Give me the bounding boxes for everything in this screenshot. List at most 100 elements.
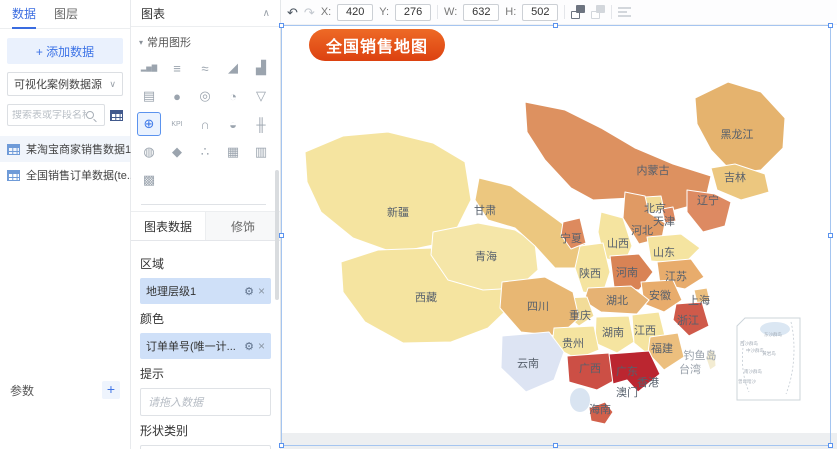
map-label-钓鱼岛: 钓鱼岛	[684, 348, 717, 362]
tab-chart-data[interactable]: 图表数据	[131, 212, 205, 240]
province-label: 重庆	[569, 308, 591, 322]
duplicate-icon[interactable]	[571, 5, 586, 19]
h-label: H:	[505, 6, 517, 18]
dataset-item[interactable]: 某淘宝商家销售数据1...	[0, 136, 140, 162]
x-input[interactable]	[337, 3, 374, 21]
province-label: 天津	[653, 215, 675, 228]
point-map-chart-icon[interactable]: ∴	[193, 140, 217, 164]
collapse-icon[interactable]: ∧	[263, 8, 270, 19]
line-chart-icon[interactable]: ≈	[193, 56, 217, 80]
add-param-button[interactable]: +	[102, 381, 120, 399]
y-input[interactable]	[395, 3, 432, 21]
bar-chart-icon[interactable]: ▂▅▇	[137, 56, 161, 80]
candlestick-chart-icon[interactable]: ╫	[249, 112, 273, 136]
province-label: 江苏	[665, 270, 687, 283]
list-chart-icon[interactable]: ▤	[137, 84, 161, 108]
map-title-badge[interactable]: 全国销售地图	[309, 29, 446, 61]
province-label: 甘肃	[474, 204, 496, 217]
remove-icon[interactable]: ×	[258, 284, 265, 298]
redo-icon[interactable]: ↷	[304, 6, 315, 19]
liquid-chart-icon[interactable]: ◒	[221, 112, 245, 136]
map-chart-icon[interactable]: ⊕	[137, 112, 161, 136]
w-input[interactable]	[463, 3, 500, 21]
province-label: 湖北	[606, 294, 628, 307]
province-label: 北京	[644, 201, 666, 215]
kpi-card-icon[interactable]: KPI	[165, 112, 189, 136]
table-chart-icon[interactable]: ▦	[221, 140, 245, 164]
align-icon[interactable]	[618, 6, 632, 18]
canvas-area: ↶ ↷ X: Y: W: H: 东沙群岛西沙群岛中沙群岛黄岩岛南沙群岛曾母暗沙新…	[279, 0, 837, 449]
dataset-item[interactable]: 全国销售订单数据(te...	[0, 162, 136, 188]
w-label: W:	[444, 6, 458, 18]
field-label-tooltip: 提示	[140, 367, 165, 381]
world-map-chart-icon[interactable]: ◍	[137, 140, 161, 164]
dataset-name: 全国销售订单数据(te...	[26, 170, 137, 182]
combo-chart-icon[interactable]: ▟	[249, 56, 273, 80]
sea-patch	[570, 388, 590, 412]
gauge-chart-icon[interactable]: ∩	[193, 112, 217, 136]
datasource-select[interactable]: 可视化案例数据源 ∨	[7, 72, 123, 96]
chip-text: 地理层级1	[146, 286, 197, 298]
chart-panel-title: 图表	[141, 6, 166, 21]
tab-data[interactable]: 数据	[12, 0, 37, 29]
x-label: X:	[320, 6, 332, 18]
y-label: Y:	[379, 6, 390, 18]
province-黑龙江[interactable]	[694, 81, 786, 174]
area-chart-icon[interactable]: ◢	[221, 56, 245, 80]
add-data-button[interactable]: + 添加数据	[7, 38, 123, 64]
province-label: 贵州	[562, 337, 584, 350]
panel-scrollbar[interactable]	[275, 170, 279, 300]
pivot-table-chart-icon[interactable]: ▥	[249, 140, 273, 164]
field-label-region: 区域	[140, 257, 165, 271]
province-label: 江西	[634, 324, 656, 337]
province-label: 海南	[589, 402, 611, 416]
china-map-chart-icon[interactable]: ◆	[165, 140, 189, 164]
common-charts-section[interactable]: ▾ 常用图形	[131, 27, 280, 52]
paste-icon	[591, 5, 606, 19]
undo-icon[interactable]: ↶	[287, 6, 298, 19]
gear-icon[interactable]: ⚙	[244, 285, 254, 298]
remove-icon[interactable]: ×	[258, 339, 265, 353]
dataset-name: 某淘宝商家销售数据1...	[26, 144, 141, 156]
h-input[interactable]	[522, 3, 559, 21]
province-label: 陕西	[579, 266, 601, 280]
tab-decorate[interactable]: 修饰	[205, 212, 280, 240]
china-sales-map[interactable]: 东沙群岛西沙群岛中沙群岛黄岩岛南沙群岛曾母暗沙新疆西藏青海甘肃内蒙古黑龙江吉林辽…	[283, 40, 807, 440]
matrix-chart-icon[interactable]: ▩	[137, 168, 161, 192]
province-label: 湖南	[602, 326, 624, 339]
inset-label: 南沙群岛	[744, 368, 762, 375]
province-label: 宁夏	[560, 231, 582, 245]
funnel-chart-icon[interactable]: ▽	[249, 84, 273, 108]
sidebar-tabbar: 数据 图层	[0, 0, 130, 29]
section-arrow-icon: ▾	[139, 37, 144, 47]
province-label: 广西	[579, 362, 601, 375]
inset-label: 东沙群岛	[764, 331, 782, 338]
grid-caption-divider	[141, 204, 266, 205]
rose-chart-icon[interactable]: ◔	[221, 84, 245, 108]
tab-layers[interactable]: 图层	[54, 0, 78, 29]
gear-icon[interactable]: ⚙	[244, 340, 254, 353]
field-drop-shape-type[interactable]: 请拖入数据	[140, 445, 271, 449]
bar-horizontal-chart-icon[interactable]: ≡	[165, 56, 189, 80]
search-input[interactable]	[12, 109, 86, 121]
province-label: 河北	[631, 224, 653, 237]
params-row: 参数 +	[0, 381, 130, 399]
inset-label: 西沙群岛	[740, 340, 758, 347]
province-内蒙古[interactable]	[524, 101, 712, 213]
field-chip-color[interactable]: 订单单号(唯一计... ⚙ ×	[140, 333, 271, 359]
donut-chart-icon[interactable]: ◎	[193, 84, 217, 108]
new-table-icon[interactable]	[110, 109, 123, 121]
field-chip-region[interactable]: 地理层级1 ⚙ ×	[140, 278, 271, 304]
field-drop-tooltip[interactable]: 请拖入数据	[140, 388, 271, 416]
province-label: 内蒙古	[637, 163, 670, 177]
map-label-澳门: 澳门	[616, 385, 638, 399]
data-sidebar: 数据 图层 + 添加数据 可视化案例数据源 ∨ 某淘宝商家销售数据1... 全国…	[0, 0, 140, 449]
params-label: 参数	[10, 383, 35, 398]
province-label: 云南	[517, 357, 539, 370]
map-label-香港: 香港	[637, 376, 659, 389]
pie-chart-icon[interactable]: ●	[165, 84, 189, 108]
search-field[interactable]	[7, 104, 105, 126]
province-label: 上海	[688, 293, 710, 307]
inset-label: 黄岩岛	[762, 350, 776, 357]
map-label-台湾: 台湾	[679, 362, 701, 376]
